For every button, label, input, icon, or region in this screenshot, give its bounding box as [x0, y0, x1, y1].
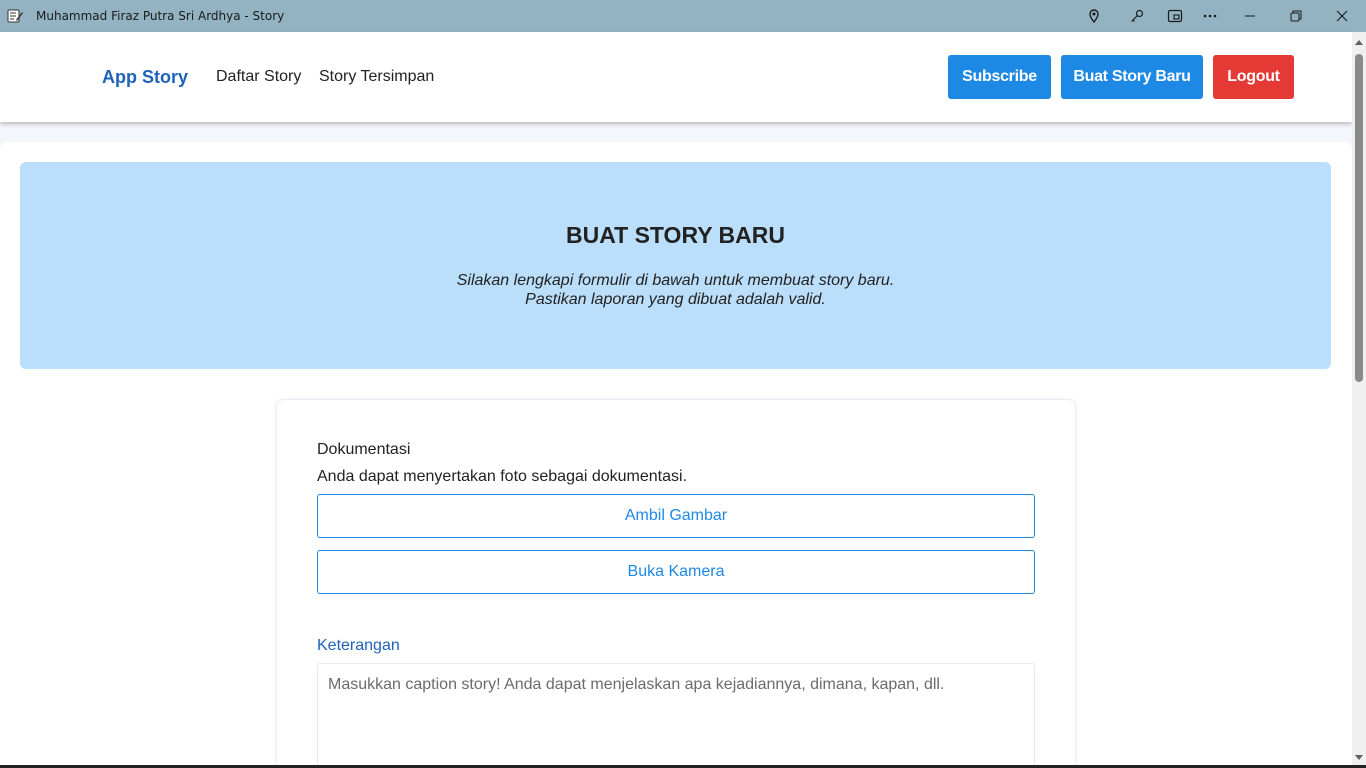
- close-icon: [1336, 10, 1348, 22]
- subscribe-button[interactable]: Subscribe: [948, 55, 1051, 99]
- hero-description: Silakan lengkapi formulir di bawah untuk…: [20, 271, 1331, 309]
- caption-textarea[interactable]: [317, 663, 1035, 768]
- documentation-label: Dokumentasi: [317, 441, 411, 458]
- hero-line-2: Pastikan laporan yang dibuat adalah vali…: [525, 291, 826, 308]
- documentation-hint: Anda dapat menyertakan foto sebagai doku…: [317, 468, 688, 485]
- app-header: App Story Daftar Story Story Tersimpan S…: [0, 32, 1352, 122]
- window-title: Muhammad Firaz Putra Sri Ardhya - Story: [36, 9, 285, 23]
- story-form: Dokumentasi Anda dapat menyertakan foto …: [276, 399, 1076, 768]
- cast-button[interactable]: [1155, 0, 1195, 32]
- restore-icon: [1290, 10, 1302, 22]
- hero-banner: BUAT STORY BARU Silakan lengkapi formuli…: [20, 162, 1331, 369]
- caption-label: Keterangan: [317, 637, 400, 654]
- nav-daftar-story[interactable]: Daftar Story: [216, 32, 301, 122]
- page-scrollbar[interactable]: [1352, 32, 1366, 768]
- password-button[interactable]: [1117, 0, 1157, 32]
- cast-icon: [1167, 9, 1183, 23]
- scrollbar-thumb[interactable]: [1355, 54, 1363, 382]
- logout-button[interactable]: Logout: [1213, 55, 1294, 99]
- open-camera-button[interactable]: Buka Kamera: [317, 550, 1035, 594]
- close-button[interactable]: [1322, 0, 1362, 32]
- app-notepad-icon: [7, 9, 23, 23]
- take-picture-button[interactable]: Ambil Gambar: [317, 494, 1035, 538]
- nav-story-tersimpan[interactable]: Story Tersimpan: [319, 32, 434, 122]
- main-content: BUAT STORY BARU Silakan lengkapi formuli…: [0, 142, 1352, 768]
- minimize-icon: [1245, 15, 1255, 17]
- new-story-button[interactable]: Buat Story Baru: [1061, 55, 1203, 99]
- page-title: BUAT STORY BARU: [566, 222, 785, 248]
- restore-button[interactable]: [1276, 0, 1316, 32]
- hero-line-1: Silakan lengkapi formulir di bawah untuk…: [456, 272, 895, 289]
- scroll-up-icon[interactable]: [1355, 40, 1363, 45]
- more-icon: [1203, 14, 1217, 18]
- brand-logo[interactable]: App Story: [102, 32, 188, 122]
- location-button[interactable]: [1074, 0, 1114, 32]
- location-icon: [1089, 9, 1099, 23]
- scroll-down-icon[interactable]: [1355, 755, 1363, 760]
- key-icon: [1131, 9, 1144, 22]
- more-button[interactable]: [1190, 0, 1230, 32]
- window-titlebar: Muhammad Firaz Putra Sri Ardhya - Story: [0, 0, 1366, 32]
- minimize-button[interactable]: [1230, 0, 1270, 32]
